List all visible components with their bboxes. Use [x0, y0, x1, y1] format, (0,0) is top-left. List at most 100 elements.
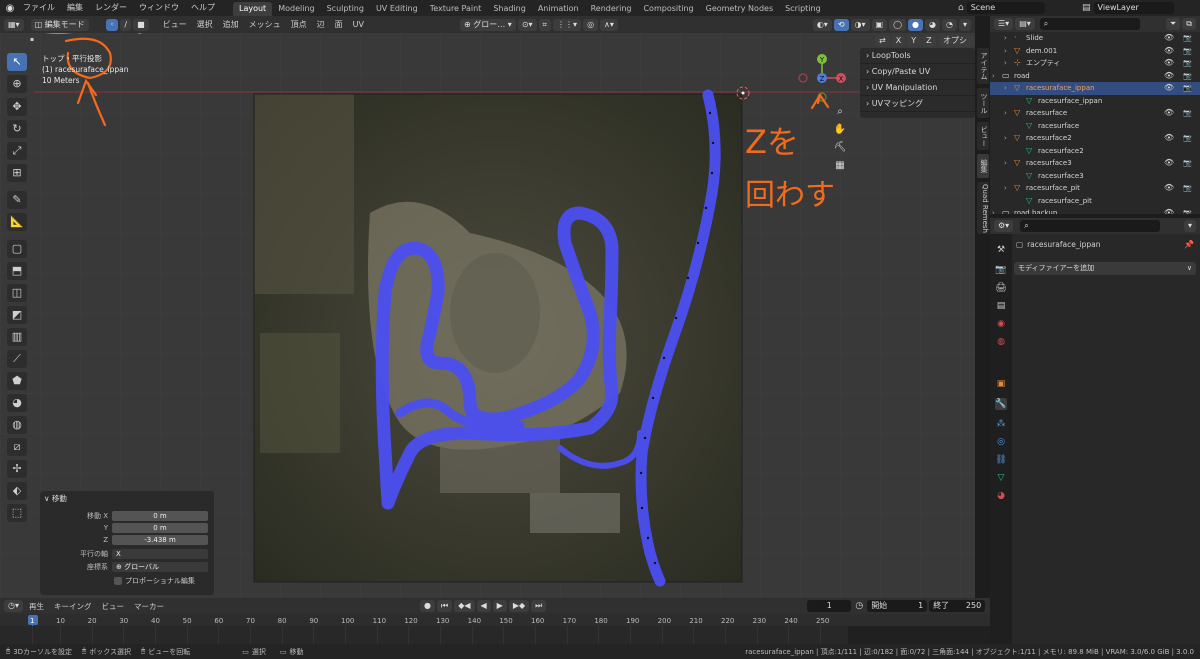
transform-tool-icon[interactable]: ⊞ — [7, 164, 27, 182]
visibility-eye-icon[interactable]: 👁 — [1164, 157, 1174, 170]
move-tool-icon[interactable]: ✥ — [7, 98, 27, 116]
menu-select[interactable]: 選択 — [192, 16, 218, 33]
particles-tab-icon[interactable]: ⁂ — [995, 418, 1007, 430]
workspace-tab-compositing[interactable]: Compositing — [637, 2, 699, 16]
render-camera-icon[interactable]: 📷 — [1183, 132, 1192, 145]
new-collection-icon[interactable]: ⧉ — [1182, 18, 1196, 30]
pin-icon[interactable]: 📌 — [1184, 240, 1194, 249]
outliner-editor-type-icon[interactable]: ☰▾ — [994, 18, 1014, 30]
outliner-row[interactable]: ▽ racesurface — [990, 120, 1200, 133]
visibility-eye-icon[interactable]: 👁 — [1164, 107, 1174, 120]
material-tab-icon[interactable]: ◕ — [995, 490, 1007, 502]
tool-tab-icon[interactable]: ⚒ — [995, 244, 1007, 256]
object-tab-icon[interactable]: ▣ — [995, 378, 1007, 390]
timeline-area[interactable]: 1 10 20 30 40 50 60 70 80 90 100 110 120 130 140 150 160… — [0, 614, 990, 644]
menu-edge[interactable]: 辺 — [312, 16, 330, 33]
menu-render[interactable]: レンダー — [89, 0, 133, 16]
record-icon[interactable]: ● — [420, 600, 435, 612]
visibility-eye-icon[interactable]: 👁 — [1164, 132, 1174, 145]
outliner-row[interactable]: ▽ racesurface2 — [990, 145, 1200, 158]
menu-window[interactable]: ウィンドウ — [133, 0, 185, 16]
mirror-z-toggle[interactable]: Z — [922, 35, 936, 47]
tab-tool[interactable]: ツール — [977, 88, 989, 118]
blender-logo-icon[interactable]: ◉ — [3, 3, 17, 14]
constraints-tab-icon[interactable]: ⛓ — [995, 454, 1007, 466]
view-layer-tab-icon[interactable]: ▤ — [995, 300, 1007, 312]
menu-timeline-view[interactable]: ビュー — [97, 601, 130, 612]
menu-help[interactable]: ヘルプ — [185, 0, 221, 16]
render-camera-icon[interactable]: 📷 — [1183, 70, 1192, 83]
expand-arrow-icon[interactable]: › — [1004, 107, 1007, 120]
display-mode-dropdown[interactable]: ▤▾ — [1015, 18, 1035, 30]
outliner-row[interactable]: ▽ racesurface3 — [990, 170, 1200, 183]
menu-keying[interactable]: キーイング — [49, 601, 97, 612]
outliner-search-input[interactable]: ⌕ — [1039, 18, 1140, 30]
outliner-row[interactable]: ▽ › racesuraface_ippan 👁 📷 — [990, 82, 1200, 95]
move-x-field[interactable]: 0 m — [112, 511, 208, 521]
outliner-row[interactable]: ⊹ › エンプティ 👁 📷 — [990, 57, 1200, 70]
constraint-axis-dropdown[interactable]: X — [112, 549, 208, 559]
add-modifier-dropdown[interactable]: モディファイアーを追加 ∨ — [1014, 262, 1196, 275]
current-frame-field[interactable]: 1 — [807, 600, 852, 612]
filter-icon[interactable]: ⏷ — [1165, 18, 1181, 30]
poly-build-tool-icon[interactable]: ⬟ — [7, 372, 27, 390]
outliner-row[interactable]: ▽ › racesurface 👁 📷 — [990, 107, 1200, 120]
pan-hand-icon[interactable]: ✋ — [832, 124, 848, 142]
workspace-tab-scripting[interactable]: Scripting — [779, 2, 827, 16]
shading-rendered-button[interactable]: ◔ — [942, 18, 957, 31]
visibility-eye-icon[interactable]: 👁 — [1164, 45, 1174, 58]
shading-material-button[interactable]: ◕ — [925, 18, 940, 31]
shear-tool-icon[interactable]: ⬖ — [7, 482, 27, 500]
workspace-tab-layout[interactable]: Layout — [233, 1, 273, 16]
panel-uv-mapping[interactable]: › UVマッピング — [860, 96, 975, 112]
output-tab-icon[interactable]: 🖨 — [995, 282, 1007, 294]
render-camera-icon[interactable]: 📷 — [1183, 82, 1192, 95]
render-tab-icon[interactable]: 📷 — [995, 264, 1007, 276]
face-select-button[interactable]: ■ — [133, 18, 149, 31]
render-camera-icon[interactable]: 📷 — [1183, 57, 1192, 70]
mode-dropdown[interactable]: ◫ 編集モード — [30, 18, 89, 31]
scene-selector[interactable]: ⌂ Scene — [958, 2, 1045, 14]
rotate-tool-icon[interactable]: ↻ — [7, 120, 27, 138]
outliner-row[interactable]: · › Slide 👁 📷 — [990, 32, 1200, 45]
shrink-fatten-tool-icon[interactable]: ✢ — [7, 460, 27, 478]
transform-orientation-dropdown[interactable]: ⊕ グロー… ▾ — [460, 18, 516, 31]
end-frame-field[interactable]: 終了 250 — [929, 600, 986, 612]
expand-arrow-icon[interactable]: › — [992, 70, 995, 83]
tab-quad-remesh[interactable]: Quad Remesh — [977, 182, 989, 234]
outliner-row[interactable]: ▭ › road backup 👁 📷 — [990, 207, 1200, 214]
render-camera-icon[interactable]: 📷 — [1183, 207, 1192, 214]
menu-file[interactable]: ファイル — [17, 0, 61, 16]
mirror-y-toggle[interactable]: Y — [907, 35, 921, 47]
outliner-row[interactable]: ▽ › racesurface2 👁 📷 — [990, 132, 1200, 145]
physics-tab-icon[interactable]: ◎ — [995, 436, 1007, 448]
tab-edit[interactable]: 編集 — [977, 154, 989, 178]
tab-item[interactable]: アイテム — [977, 48, 989, 84]
properties-search-input[interactable]: ⌕ — [1020, 220, 1161, 232]
outliner-row[interactable]: ▽ racesurface_ippan — [990, 95, 1200, 108]
select-box-tool-icon[interactable]: ↖ — [7, 53, 27, 71]
render-camera-icon[interactable]: 📷 — [1183, 32, 1192, 45]
panel-copy-paste-uv[interactable]: › Copy/Paste UV — [860, 64, 975, 80]
mesh-data-tab-icon[interactable]: ▽ — [995, 472, 1007, 484]
outliner-row[interactable]: ▽ › racesurface_pit 👁 📷 — [990, 182, 1200, 195]
visibility-eye-icon[interactable]: 👁 — [1164, 70, 1174, 83]
pivot-point-dropdown[interactable]: ⊙▾ — [517, 18, 537, 31]
workspace-tab-geometry-nodes[interactable]: Geometry Nodes — [700, 2, 779, 16]
jump-end-icon[interactable]: ⏭ — [531, 600, 547, 612]
world-tab-icon[interactable]: ◍ — [995, 336, 1007, 348]
prev-key-icon[interactable]: ◆◀ — [454, 600, 475, 612]
expand-arrow-icon[interactable]: › — [1004, 32, 1007, 45]
knife-tool-icon[interactable]: ⟋ — [7, 350, 27, 368]
outliner-row[interactable]: ▭ › road 👁 📷 — [990, 70, 1200, 83]
proportional-edit-checkbox[interactable] — [114, 577, 122, 585]
view-layer-selector[interactable]: ▤ ViewLayer — [1082, 2, 1174, 14]
edge-select-button[interactable]: / — [120, 18, 132, 31]
timeline-ruler[interactable] — [0, 614, 990, 626]
panel-looptools[interactable]: › LoopTools — [860, 48, 975, 64]
operator-panel-header[interactable]: ∨ 移動 — [44, 493, 67, 504]
expand-arrow-icon[interactable]: › — [1004, 182, 1007, 195]
add-cube-tool-icon[interactable]: ▢ — [7, 240, 27, 258]
mirror-options-icon[interactable]: ⇄ — [875, 35, 890, 47]
workspace-tab-texture-paint[interactable]: Texture Paint — [424, 2, 488, 16]
